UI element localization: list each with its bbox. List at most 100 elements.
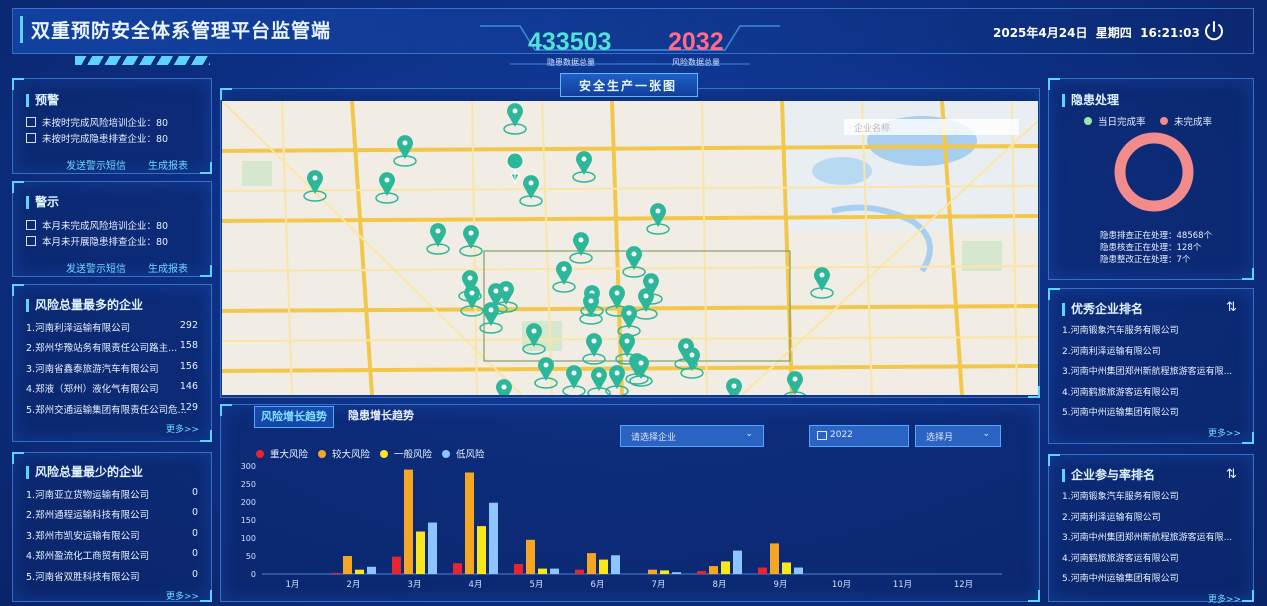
alert-item[interactable]: 本月未开展隐患排查企业：80 (26, 234, 168, 248)
bar[interactable] (526, 539, 535, 574)
list-item[interactable]: 5.河南省双胜科技有限公司 (26, 569, 140, 583)
map-pin-icon[interactable] (552, 261, 576, 293)
checkbox[interactable] (26, 236, 36, 246)
list-item[interactable]: 5.河南中州运输集团有限公司 (1062, 571, 1179, 584)
map-pin-icon[interactable] (572, 151, 596, 183)
bar[interactable] (465, 472, 474, 574)
more-link[interactable]: 更多>> (166, 422, 199, 435)
map-pin-icon[interactable] (783, 371, 807, 395)
map-pin-icon[interactable] (375, 172, 399, 204)
generate-report-button[interactable]: 生成报表 (148, 260, 188, 275)
bar[interactable] (599, 559, 608, 574)
bar[interactable] (721, 561, 730, 574)
bar[interactable] (575, 569, 584, 574)
bar[interactable] (611, 555, 620, 574)
list-item[interactable]: 2.河南利泽运输有限公司 (1062, 510, 1161, 523)
map-pin-icon[interactable] (459, 225, 483, 257)
list-item[interactable]: 3.郑州市凯安运输有限公司 (26, 528, 140, 542)
map-pin-icon[interactable] (569, 232, 593, 264)
checkbox[interactable] (26, 220, 36, 230)
map-pin-icon[interactable] (646, 203, 670, 235)
bar[interactable] (782, 562, 791, 574)
list-item[interactable]: 1.河南利泽运输有限公司 (26, 320, 130, 334)
bar[interactable] (660, 570, 669, 574)
hazard-stat: 隐患整改正在处理：7个 (1100, 255, 1191, 265)
map-pin-icon[interactable] (503, 103, 527, 135)
map-pin-icon[interactable] (493, 379, 515, 395)
bar[interactable] (331, 572, 340, 574)
bar[interactable] (416, 531, 425, 574)
bar[interactable] (550, 568, 559, 574)
bar[interactable] (733, 550, 742, 574)
map-pin-icon[interactable] (582, 333, 606, 365)
bar[interactable] (477, 526, 486, 574)
alert-item[interactable]: 本月未完成风险培训企业：80 (26, 218, 168, 232)
bar[interactable] (587, 553, 596, 574)
list-item[interactable]: 5.郑州交通运输集团有限责任公司危... (26, 402, 187, 416)
map-pin-icon[interactable] (519, 175, 543, 207)
tab-hidden-trend[interactable]: 隐患增长趋势 (342, 406, 420, 426)
checkbox[interactable] (26, 117, 36, 127)
warning-item[interactable]: 未按时完成风险培训企业：80 (26, 115, 168, 129)
map-pin-icon[interactable] (810, 267, 834, 299)
bar[interactable] (453, 563, 462, 574)
y-tick-label: 200 (241, 498, 256, 507)
bar[interactable] (367, 566, 376, 574)
map-pin-icon[interactable] (426, 223, 450, 255)
power-icon[interactable] (1202, 20, 1226, 44)
more-link[interactable]: 更多>> (1208, 592, 1241, 605)
send-sms-button[interactable]: 发送警示短信 (66, 260, 126, 275)
bar[interactable] (404, 469, 413, 574)
map-pin-icon[interactable] (479, 302, 503, 334)
list-item[interactable]: 3.河南中州集团郑州新航程旅游客运有限... (1062, 364, 1232, 377)
list-item[interactable]: 3.河南中州集团郑州新航程旅游客运有限... (1062, 530, 1232, 543)
bar[interactable] (355, 569, 364, 574)
list-item[interactable]: 2.郑州通程运输科技有限公司 (26, 507, 149, 521)
map-pin-icon[interactable] (303, 170, 327, 202)
map-pin-icon[interactable] (723, 378, 745, 395)
list-item[interactable]: 4.郑液（郑州）液化气有限公司 (26, 381, 159, 395)
bar[interactable] (794, 567, 803, 574)
bar[interactable] (648, 569, 657, 574)
legend-dot (256, 450, 264, 458)
x-tick-label: 5月 (530, 580, 544, 590)
map-pin-icon[interactable] (534, 357, 558, 389)
bar[interactable] (538, 568, 547, 574)
list-item[interactable]: 5.河南中州运输集团有限公司 (1062, 405, 1179, 418)
map-pin-icon[interactable] (562, 365, 586, 395)
map-pin-icon[interactable] (622, 246, 646, 278)
map-marker-layer[interactable] (222, 101, 1038, 395)
bar[interactable] (709, 566, 718, 574)
map-view[interactable]: 企业名称 (222, 101, 1038, 395)
list-item[interactable]: 1.河南锻象汽车服务有限公司 (1062, 323, 1179, 336)
sort-icon[interactable]: ⇅ (1226, 300, 1237, 315)
map-pin-icon[interactable] (522, 323, 546, 355)
more-link[interactable]: 更多>> (166, 589, 199, 602)
list-item[interactable]: 2.郑州华豫站务有限责任公司路主... (26, 340, 177, 354)
tab-risk-trend[interactable]: 风险增长趋势 (254, 406, 334, 428)
send-sms-button[interactable]: 发送警示短信 (66, 157, 126, 172)
bar[interactable] (770, 543, 779, 574)
map-pin-icon[interactable] (617, 305, 641, 337)
warning-item[interactable]: 未按时完成隐患排查企业：80 (26, 131, 168, 145)
bar[interactable] (343, 556, 352, 574)
map-pin-icon[interactable] (393, 135, 417, 167)
list-item[interactable]: 4.郑州盈流化工商贸有限公司 (26, 548, 149, 562)
list-item[interactable]: 3.河南省鑫泰旅游汽车有限公司 (26, 361, 159, 375)
list-item[interactable]: 4.河南鹤旅旅游客运有限公司 (1062, 551, 1179, 564)
list-item[interactable]: 2.河南利泽运输有限公司 (1062, 344, 1161, 357)
bar[interactable] (672, 572, 681, 574)
list-item[interactable]: 1.河南锻象汽车服务有限公司 (1062, 489, 1179, 502)
generate-report-button[interactable]: 生成报表 (148, 157, 188, 172)
bar[interactable] (514, 563, 523, 574)
list-item[interactable]: 4.河南鹤旅旅游客运有限公司 (1062, 385, 1179, 398)
checkbox[interactable] (26, 133, 36, 143)
bar[interactable] (428, 522, 437, 574)
bar[interactable] (489, 502, 498, 574)
bar[interactable] (758, 567, 767, 574)
list-item[interactable]: 1.河南亚立货物运输有限公司 (26, 487, 149, 501)
more-link[interactable]: 更多>> (1208, 426, 1241, 439)
sort-icon[interactable]: ⇅ (1226, 467, 1237, 482)
bar[interactable] (697, 571, 706, 574)
bar[interactable] (392, 556, 401, 574)
